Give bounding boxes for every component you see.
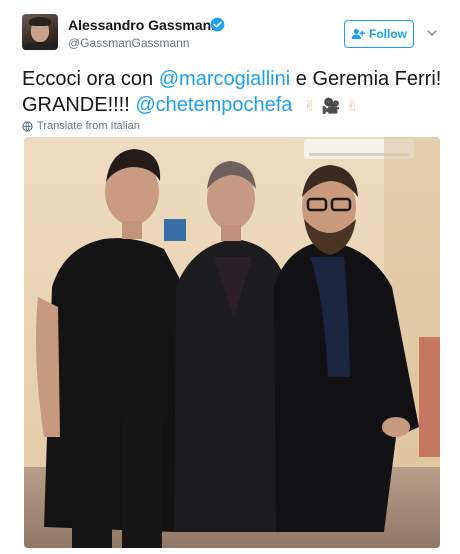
victory-hand-emoji-icon: ✌ <box>303 97 317 115</box>
tweet-text: Eccoci ora con @marcogiallini e Geremia … <box>22 66 442 119</box>
translate-label: Translate from Italian <box>37 120 140 132</box>
tweet-text-part: Eccoci ora con <box>22 68 159 90</box>
victory-hand-emoji-icon: ✌ <box>345 97 359 115</box>
follow-button[interactable]: Follow <box>344 20 414 48</box>
tweet-photo[interactable] <box>24 137 440 548</box>
user-handle[interactable]: @GassmanGassmann <box>68 36 190 50</box>
follow-label: Follow <box>369 27 407 41</box>
mention-link[interactable]: @chetempochefa <box>135 94 292 116</box>
chevron-down-icon[interactable] <box>425 26 439 40</box>
display-name[interactable]: Alessandro Gassmann <box>68 17 220 33</box>
mention-link[interactable]: @marcogiallini <box>159 68 290 90</box>
group-photo-image <box>24 137 440 548</box>
globe-icon <box>22 120 33 132</box>
verified-badge-icon <box>210 17 225 32</box>
movie-camera-emoji-icon: 🎥 <box>321 97 341 115</box>
tweet-header: Alessandro Gassmann @GassmanGassmann Fol… <box>0 0 460 60</box>
avatar[interactable] <box>22 14 58 50</box>
add-user-icon <box>351 28 365 40</box>
translate-link[interactable]: Translate from Italian <box>22 120 140 132</box>
